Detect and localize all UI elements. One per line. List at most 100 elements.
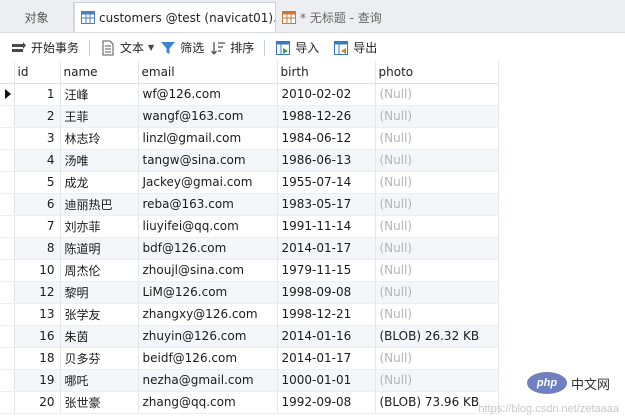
cell-email[interactable]: liuyifei@qq.com	[138, 215, 278, 238]
table-row[interactable]: 18 贝多芬 beidf@126.com 2014-01-17 (Null)	[0, 347, 499, 370]
table-row[interactable]: 19 哪吒 nezha@gmail.com 1000-01-01 (Null)	[0, 369, 499, 392]
table-row[interactable]: 13 张学友 zhangxy@126.com 1998-12-21 (Null)	[0, 303, 499, 326]
cell-name[interactable]: 汤唯	[60, 149, 139, 172]
column-header-name[interactable]: name	[60, 61, 139, 84]
cell-id[interactable]: 6	[14, 193, 61, 216]
table-row[interactable]: 7 刘亦菲 liuyifei@qq.com 1991-11-14 (Null)	[0, 215, 499, 238]
export-button[interactable]: 导出	[330, 37, 380, 59]
cell-birth[interactable]: 2014-01-17	[277, 237, 376, 260]
cell-id[interactable]: 20	[14, 391, 61, 414]
cell-birth[interactable]: 1991-11-14	[277, 215, 376, 238]
row-marker[interactable]	[0, 215, 15, 238]
row-marker[interactable]	[0, 391, 15, 414]
cell-email[interactable]: reba@163.com	[138, 193, 278, 216]
column-header-id[interactable]: id	[14, 61, 61, 84]
cell-name[interactable]: 哪吒	[60, 369, 139, 392]
cell-email[interactable]: zhang@qq.com	[138, 391, 278, 414]
cell-email[interactable]: wf@126.com	[138, 83, 278, 106]
cell-name[interactable]: 汪峰	[60, 83, 139, 106]
cell-photo[interactable]: (Null)	[375, 171, 499, 194]
cell-name[interactable]: 黎明	[60, 281, 139, 304]
column-header-birth[interactable]: birth	[277, 61, 376, 84]
cell-name[interactable]: 成龙	[60, 171, 139, 194]
cell-birth[interactable]: 1983-05-17	[277, 193, 376, 216]
row-marker[interactable]	[0, 347, 15, 370]
cell-photo[interactable]: (Null)	[375, 127, 499, 150]
cell-name[interactable]: 周杰伦	[60, 259, 139, 282]
column-header-photo[interactable]: photo	[375, 61, 499, 84]
cell-birth[interactable]: 1988-12-26	[277, 105, 376, 128]
cell-photo[interactable]: (Null)	[375, 347, 499, 370]
import-button[interactable]: 导入	[272, 37, 322, 59]
cell-photo[interactable]: (Null)	[375, 303, 499, 326]
cell-name[interactable]: 迪丽热巴	[60, 193, 139, 216]
cell-email[interactable]: bdf@126.com	[138, 237, 278, 260]
cell-photo[interactable]: (Null)	[375, 237, 499, 260]
cell-name[interactable]: 陈道明	[60, 237, 139, 260]
cell-name[interactable]: 朱茵	[60, 325, 139, 348]
cell-name[interactable]: 张学友	[60, 303, 139, 326]
column-header-email[interactable]: email	[138, 61, 278, 84]
row-marker[interactable]	[0, 149, 15, 172]
row-marker[interactable]	[0, 369, 15, 392]
cell-birth[interactable]: 1000-01-01	[277, 369, 376, 392]
cell-email[interactable]: beidf@126.com	[138, 347, 278, 370]
table-row[interactable]: 8 陈道明 bdf@126.com 2014-01-17 (Null)	[0, 237, 499, 260]
cell-birth[interactable]: 1986-06-13	[277, 149, 376, 172]
table-row[interactable]: 6 迪丽热巴 reba@163.com 1983-05-17 (Null)	[0, 193, 499, 216]
cell-email[interactable]: Jackey@gmai.com	[138, 171, 278, 194]
cell-birth[interactable]: 2014-01-17	[277, 347, 376, 370]
row-marker[interactable]	[0, 171, 15, 194]
row-marker[interactable]	[0, 193, 15, 216]
cell-photo[interactable]: (BLOB) 26.32 KB	[375, 325, 499, 348]
cell-birth[interactable]: 1992-09-08	[277, 391, 376, 414]
table-row[interactable]: 2 王菲 wangf@163.com 1988-12-26 (Null)	[0, 105, 499, 128]
cell-name[interactable]: 王菲	[60, 105, 139, 128]
cell-id[interactable]: 12	[14, 281, 61, 304]
cell-id[interactable]: 18	[14, 347, 61, 370]
cell-photo[interactable]: (Null)	[375, 281, 499, 304]
cell-photo[interactable]: (Null)	[375, 259, 499, 282]
cell-id[interactable]: 8	[14, 237, 61, 260]
tab-customers-table[interactable]: customers @test (navicat01)...	[74, 2, 276, 32]
cell-id[interactable]: 19	[14, 369, 61, 392]
cell-birth[interactable]: 2010-02-02	[277, 83, 376, 106]
cell-id[interactable]: 1	[14, 83, 61, 106]
filter-button[interactable]: 筛选	[157, 37, 207, 59]
cell-name[interactable]: 张世豪	[60, 391, 139, 414]
cell-photo[interactable]: (Null)	[375, 105, 499, 128]
cell-email[interactable]: wangf@163.com	[138, 105, 278, 128]
cell-email[interactable]: zhoujl@sina.com	[138, 259, 278, 282]
text-button[interactable]: 文本 ▼	[97, 37, 157, 59]
table-row[interactable]: 4 汤唯 tangw@sina.com 1986-06-13 (Null)	[0, 149, 499, 172]
cell-email[interactable]: LiM@126.com	[138, 281, 278, 304]
row-marker[interactable]	[0, 83, 15, 106]
cell-id[interactable]: 4	[14, 149, 61, 172]
row-marker[interactable]	[0, 325, 15, 348]
cell-name[interactable]: 贝多芬	[60, 347, 139, 370]
table-row[interactable]: 1 汪峰 wf@126.com 2010-02-02 (Null)	[0, 83, 499, 106]
row-marker[interactable]	[0, 237, 15, 260]
cell-name[interactable]: 林志玲	[60, 127, 139, 150]
cell-email[interactable]: zhangxy@126.com	[138, 303, 278, 326]
table-row[interactable]: 20 张世豪 zhang@qq.com 1992-09-08 (BLOB) 73.96 …	[0, 391, 499, 414]
row-marker[interactable]	[0, 127, 15, 150]
cell-birth[interactable]: 1984-06-12	[277, 127, 376, 150]
cell-id[interactable]: 7	[14, 215, 61, 238]
cell-email[interactable]: tangw@sina.com	[138, 149, 278, 172]
cell-photo[interactable]: (Null)	[375, 83, 499, 106]
cell-email[interactable]: zhuyin@126.com	[138, 325, 278, 348]
cell-birth[interactable]: 1998-12-21	[277, 303, 376, 326]
cell-id[interactable]: 2	[14, 105, 61, 128]
cell-birth[interactable]: 1998-09-08	[277, 281, 376, 304]
cell-birth[interactable]: 1979-11-15	[277, 259, 376, 282]
row-marker[interactable]	[0, 259, 15, 282]
cell-photo[interactable]: (Null)	[375, 369, 499, 392]
cell-photo[interactable]: (Null)	[375, 193, 499, 216]
tab-untitled-query[interactable]: * 无标题 - 查询	[276, 2, 436, 32]
row-marker[interactable]	[0, 281, 15, 304]
cell-id[interactable]: 16	[14, 325, 61, 348]
cell-birth[interactable]: 2014-01-16	[277, 325, 376, 348]
row-marker[interactable]	[0, 303, 15, 326]
table-row[interactable]: 3 林志玲 linzl@gmail.com 1984-06-12 (Null)	[0, 127, 499, 150]
